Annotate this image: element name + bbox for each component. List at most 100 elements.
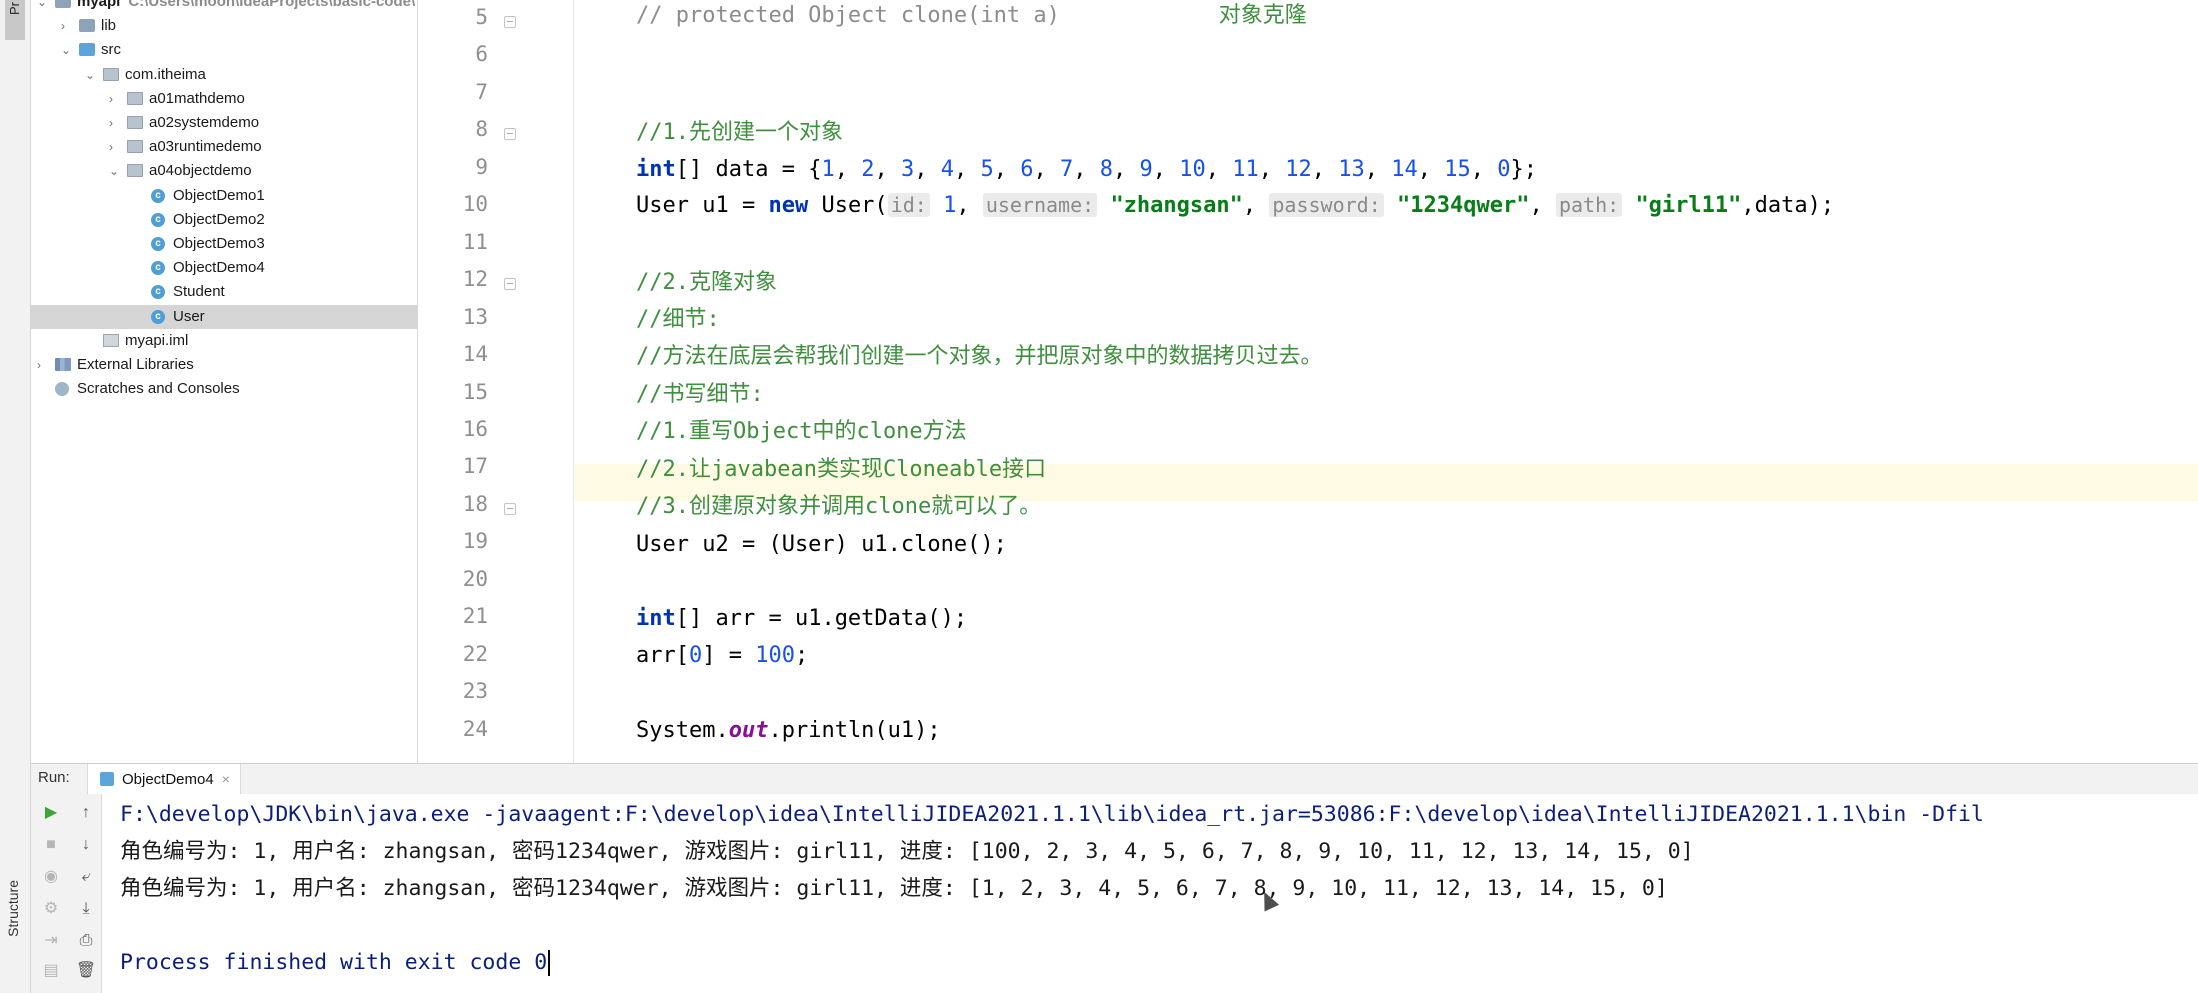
class-icon: c — [151, 261, 165, 276]
up-arrow-icon[interactable]: ↑ — [75, 802, 97, 824]
keyword: int — [636, 606, 676, 631]
chevron-right-icon[interactable]: › — [37, 353, 49, 377]
tree-item-label: Scratches and Consoles — [77, 380, 240, 398]
rerun-icon[interactable]: ▶ — [40, 802, 62, 824]
layout-icon[interactable]: ▤ — [40, 960, 62, 982]
tree-item[interactable]: c ObjectDemo4 — [31, 256, 417, 280]
project-tool-tab[interactable]: Pr — [5, 0, 25, 40]
console-output-line: 角色编号为: 1, 用户名: zhangsan, 密码1234qwer, 游戏图… — [120, 839, 1694, 864]
class-icon: c — [151, 212, 165, 227]
code-text: User( — [808, 193, 888, 218]
tree-item[interactable]: › a02systemdemo — [31, 111, 417, 135]
tree-item-label: src — [101, 41, 121, 59]
tree-item[interactable]: c ObjectDemo1 — [31, 184, 417, 208]
tree-item[interactable]: › a03runtimedemo — [31, 135, 417, 159]
library-icon — [55, 358, 71, 371]
soft-wrap-icon[interactable]: ⤶ — [75, 866, 97, 888]
string-literal: "1234qwer" — [1397, 193, 1530, 218]
trash-icon[interactable]: 🗑 — [75, 960, 97, 982]
code-line-15: //书写细节: — [636, 382, 764, 407]
separator: , — [1258, 157, 1286, 182]
tree-item-label: myapi.iml — [125, 331, 189, 349]
number-literal: 13 — [1338, 157, 1365, 182]
package-icon — [103, 67, 119, 81]
tree-item-label: lib — [101, 17, 117, 35]
separator: , — [1470, 157, 1498, 182]
tree-item[interactable]: c Student — [31, 280, 417, 304]
line-number: 20 — [462, 566, 488, 591]
console-exit-line: Process finished with exit code 0 — [120, 944, 551, 981]
chevron-right-icon[interactable]: › — [109, 111, 121, 135]
chevron-down-icon[interactable]: ⌄ — [109, 159, 121, 183]
code-line-14: //方法在底层会帮我们创建一个对象，并把原对象中的数据拷贝过去。 — [636, 344, 1323, 369]
stop-icon[interactable]: ■ — [40, 834, 62, 856]
number-literal: 14 — [1391, 157, 1418, 182]
settings-icon[interactable]: ⚙ — [40, 898, 62, 920]
exit-icon[interactable]: ⇥ — [40, 930, 62, 952]
tree-item[interactable]: › lib — [31, 14, 417, 38]
tree-item[interactable]: ⌄ a04objectdemo — [31, 159, 417, 183]
console-output[interactable]: F:\develop\JDK\bin\java.exe -javaagent:F… — [102, 794, 2198, 993]
number-literal: 1 — [821, 157, 835, 182]
tree-item[interactable]: ⌄ myapi C:\Users\moon\IdeaProjects\basic-c… — [31, 0, 417, 14]
string-literal: "girl11" — [1635, 193, 1742, 218]
separator: , — [1112, 157, 1140, 182]
separator: , — [1152, 157, 1180, 182]
chevron-down-icon[interactable]: ⌄ — [85, 63, 97, 87]
code-text: ; — [794, 643, 809, 668]
fold-marker-icon[interactable] — [504, 278, 516, 291]
scroll-to-end-icon[interactable]: ⤓ — [75, 898, 97, 920]
print-icon[interactable]: ⎙ — [75, 930, 97, 952]
run-label: Run: — [38, 769, 70, 786]
comment: // protected Object clone(int a) — [636, 3, 1060, 28]
close-icon[interactable]: × — [222, 771, 230, 787]
fold-marker-icon[interactable] — [504, 16, 516, 28]
tree-item[interactable]: Scratches and Consoles — [31, 377, 417, 401]
editor-gutter: 5 6 7 8 9 10 11 12 13 14 15 16 17 18 19 20 21 22 23 24 — [418, 0, 574, 763]
down-arrow-icon[interactable]: ↓ — [75, 834, 97, 856]
line-number: 5 — [475, 5, 488, 29]
tree-item-label: ObjectDemo4 — [173, 259, 265, 277]
keyword: int — [636, 157, 676, 182]
code-text: System. — [636, 718, 729, 743]
folder-icon — [79, 19, 95, 33]
fold-marker-icon[interactable] — [504, 128, 516, 141]
separator: , — [1417, 157, 1445, 182]
tree-item-label: a01mathdemo — [149, 89, 245, 107]
chevron-right-icon[interactable]: › — [109, 87, 121, 111]
run-panel-header: Run: ObjectDemo4 × — [31, 763, 2198, 795]
line-number: 12 — [462, 267, 488, 292]
camera-icon[interactable]: ◉ — [40, 866, 62, 888]
tree-item[interactable]: › a01mathdemo — [31, 87, 417, 111]
console-command-line: F:\develop\JDK\bin\java.exe -javaagent:F… — [120, 802, 1984, 827]
chevron-down-icon[interactable]: ⌄ — [37, 0, 49, 14]
tree-item[interactable]: ⌄ src — [31, 38, 417, 62]
tree-item[interactable]: › External Libraries — [31, 353, 417, 377]
param-hint-id: id: — [887, 193, 930, 217]
tree-item[interactable]: c ObjectDemo2 — [31, 208, 417, 232]
tree-item[interactable]: myapi.iml — [31, 329, 417, 353]
chevron-right-icon[interactable]: › — [109, 135, 121, 159]
tree-item-label: External Libraries — [77, 356, 194, 373]
code-line-19: User u2 = (User) u1.clone(); — [636, 532, 1007, 557]
code-line-12: //2.克隆对象 — [636, 270, 777, 295]
number-literal: 12 — [1285, 157, 1312, 182]
number-literal: 10 — [1179, 157, 1206, 182]
chevron-right-icon[interactable]: › — [61, 14, 73, 38]
code-editor[interactable]: 5 6 7 8 9 10 11 12 13 14 15 16 17 18 19 20 21 22 23 24 // p… — [418, 0, 2198, 763]
line-number: 17 — [462, 454, 488, 479]
static-field: out — [728, 718, 769, 743]
chevron-down-icon[interactable]: ⌄ — [61, 38, 73, 62]
fold-marker-icon[interactable] — [504, 502, 516, 515]
tree-item[interactable]: c ObjectDemo3 — [31, 232, 417, 256]
tree-item-label: a04objectdemo — [149, 162, 252, 180]
code-text: ] = — [702, 643, 756, 668]
code-text: ,data); — [1741, 193, 1835, 218]
separator: , — [1311, 157, 1339, 182]
code-line-18: //3.创建原对象并调用clone就可以了。 — [636, 494, 1042, 519]
tree-item[interactable]: ⌄ com.itheima — [31, 63, 417, 87]
run-tab-objectdemo4[interactable]: ObjectDemo4 × — [87, 764, 241, 794]
tree-item[interactable]: c User — [31, 304, 417, 329]
structure-tool-tab[interactable]: Structure — [5, 880, 25, 937]
tree-item-label: Student — [173, 283, 225, 301]
